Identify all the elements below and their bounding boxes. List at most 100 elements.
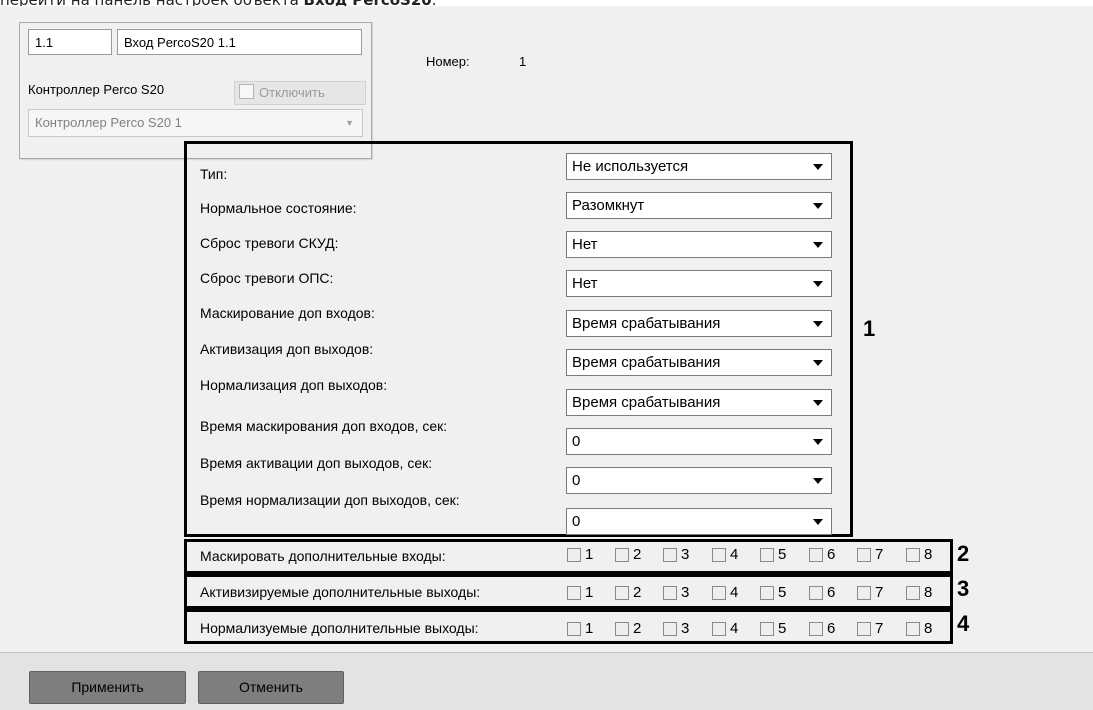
cancel-button[interactable]: Отменить: [198, 671, 344, 704]
object-name-field[interactable]: Вход PercoS20 1.1: [117, 29, 362, 55]
setting-label-type: Тип:: [200, 166, 228, 182]
select-type[interactable]: Не используется: [566, 153, 832, 180]
setting-label-normalization-time: Время нормализации доп выходов, сек:: [200, 492, 460, 508]
object-number-field[interactable]: 1.1: [28, 29, 112, 55]
checkbox-label: 2: [633, 584, 642, 601]
checkbox[interactable]: [663, 548, 677, 562]
checkbox[interactable]: [615, 548, 629, 562]
checkbox-label: 8: [924, 584, 933, 601]
checkbox-label: 6: [827, 584, 836, 601]
parent-select-value: Контроллер Perco S20 1: [35, 115, 182, 130]
dropdown-arrow-icon: [813, 478, 823, 484]
checkbox[interactable]: [663, 622, 677, 636]
checkbox-label: 5: [778, 584, 787, 601]
checkbox-label: 2: [633, 546, 642, 563]
checkbox[interactable]: [906, 622, 920, 636]
setting-label-reset-fire: Сброс тревоги ОПС:: [200, 270, 334, 286]
checkbox[interactable]: [615, 622, 629, 636]
checkbox[interactable]: [857, 548, 871, 562]
group-marker-3: 3: [957, 576, 970, 601]
checkbox-label: 5: [778, 620, 787, 637]
checkbox-label: 8: [924, 620, 933, 637]
select-normalization-time[interactable]: 0: [566, 508, 832, 535]
checkbox-label: 6: [827, 546, 836, 563]
bottom-button-bar: Применить Отменить: [0, 652, 1093, 710]
select-mask-time[interactable]: 0: [566, 428, 832, 455]
group-marker-4: 4: [957, 611, 970, 636]
select-mask-inputs[interactable]: Время срабатывания: [566, 310, 832, 337]
parent-select[interactable]: Контроллер Perco S20 1 ▼: [28, 109, 363, 137]
checkbox-label: 7: [875, 620, 884, 637]
select-normal-state[interactable]: Разомкнут: [566, 192, 832, 219]
checkbox[interactable]: [712, 586, 726, 600]
dropdown-arrow-icon: [813, 360, 823, 366]
parent-label: Контроллер Perco S20: [28, 82, 165, 97]
disable-checkbox[interactable]: Отключить: [234, 81, 366, 105]
checkbox[interactable]: [760, 548, 774, 562]
select-value: Разомкнут: [572, 197, 645, 214]
select-value: Время срабатывания: [572, 394, 721, 411]
normalize-outputs-checkbox-label: Нормализуемые дополнительные выходы:: [200, 620, 479, 636]
select-value: 0: [572, 472, 581, 489]
chevron-down-icon: ▼: [345, 118, 354, 128]
checkbox[interactable]: [712, 548, 726, 562]
checkbox-label: 3: [681, 620, 690, 637]
setting-label-activation-time: Время активации доп выходов, сек:: [200, 455, 433, 471]
checkbox-label: 5: [778, 546, 787, 563]
checkbox[interactable]: [809, 622, 823, 636]
select-activate-outputs[interactable]: Время срабатывания: [566, 349, 832, 376]
checkbox[interactable]: [809, 586, 823, 600]
checkbox[interactable]: [567, 586, 581, 600]
checkbox-label: 7: [875, 584, 884, 601]
checkbox-label: 3: [681, 546, 690, 563]
checkbox-label: 8: [924, 546, 933, 563]
checkbox-label: 2: [633, 620, 642, 637]
checkbox[interactable]: [906, 586, 920, 600]
dropdown-arrow-icon: [813, 400, 823, 406]
checkbox-label: 7: [875, 546, 884, 563]
checkbox[interactable]: [615, 586, 629, 600]
checkbox[interactable]: [712, 622, 726, 636]
setting-label-normal-state: Нормальное состояние:: [200, 200, 357, 216]
select-value: Время срабатывания: [572, 354, 721, 371]
checkbox[interactable]: [760, 586, 774, 600]
select-reset-fire[interactable]: Нет: [566, 270, 832, 297]
checkbox-label: 4: [730, 620, 739, 637]
setting-label-normalize-outputs: Нормализация доп выходов:: [200, 377, 388, 393]
select-reset-acs[interactable]: Нет: [566, 231, 832, 258]
select-value: 0: [572, 513, 581, 530]
dropdown-arrow-icon: [813, 242, 823, 248]
disable-checkbox-label: Отключить: [259, 85, 325, 100]
dropdown-arrow-icon: [813, 439, 823, 445]
checkbox[interactable]: [567, 548, 581, 562]
checkbox-label: 3: [681, 584, 690, 601]
dropdown-arrow-icon: [813, 203, 823, 209]
apply-button[interactable]: Применить: [29, 671, 186, 704]
select-value: Не используется: [572, 158, 689, 175]
checkbox-label: 4: [730, 546, 739, 563]
select-value: Нет: [572, 275, 598, 292]
checkbox[interactable]: [809, 548, 823, 562]
group-marker-1: 1: [863, 316, 876, 341]
setting-label-reset-acs: Сброс тревоги СКУД:: [200, 235, 339, 251]
dropdown-arrow-icon: [813, 321, 823, 327]
object-header-box: 1.1 Вход PercoS20 1.1 Контроллер Perco S…: [19, 22, 372, 159]
checkbox[interactable]: [857, 622, 871, 636]
select-normalize-outputs[interactable]: Время срабатывания: [566, 389, 832, 416]
select-activation-time[interactable]: 0: [566, 467, 832, 494]
checkbox[interactable]: [760, 622, 774, 636]
setting-label-mask-inputs: Маскирование доп входов:: [200, 305, 375, 321]
select-value: Время срабатывания: [572, 315, 721, 332]
checkbox[interactable]: [857, 586, 871, 600]
activate-outputs-checkbox-label: Активизируемые дополнительные выходы:: [200, 584, 481, 600]
checkbox-label: 6: [827, 620, 836, 637]
checkbox[interactable]: [663, 586, 677, 600]
dropdown-arrow-icon: [813, 164, 823, 170]
mask-inputs-checkbox-label: Маскировать дополнительные входы:: [200, 548, 446, 564]
checkbox-label: 4: [730, 584, 739, 601]
checkbox[interactable]: [567, 622, 581, 636]
checkbox[interactable]: [906, 548, 920, 562]
group-marker-2: 2: [957, 541, 970, 566]
disable-checkbox-box[interactable]: [239, 84, 254, 99]
select-value: Нет: [572, 236, 598, 253]
